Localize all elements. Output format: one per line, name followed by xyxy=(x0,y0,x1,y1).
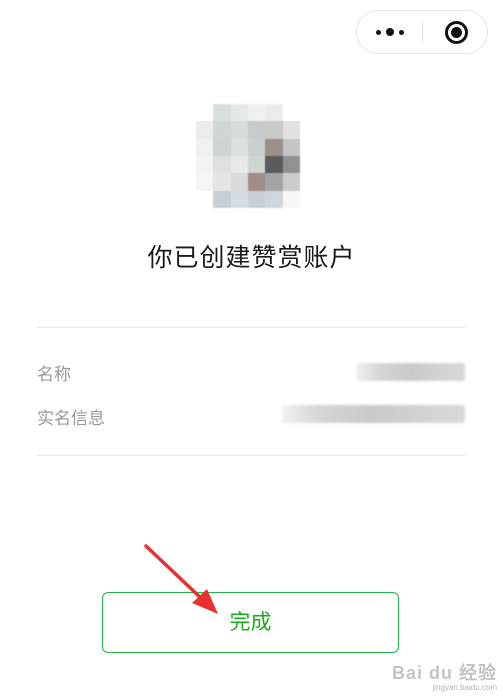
name-label: 名称 xyxy=(37,365,71,385)
avatar-tile xyxy=(248,121,266,139)
avatar-tile xyxy=(282,173,300,191)
avatar-tile xyxy=(282,190,300,208)
dot xyxy=(399,30,404,35)
avatar-tile xyxy=(230,173,248,191)
dot xyxy=(376,30,381,35)
avatar-tile xyxy=(265,190,283,208)
page-title: 你已创建赞赏账户 xyxy=(147,243,356,272)
avatar-tile xyxy=(213,138,231,156)
avatar-tile xyxy=(265,121,283,139)
avatar-tile xyxy=(196,104,214,122)
mini-program-capsule xyxy=(356,10,488,54)
avatar-tile xyxy=(230,138,248,156)
close-core xyxy=(451,27,462,38)
avatar-tile xyxy=(196,121,214,139)
avatar-tile xyxy=(230,104,248,122)
avatar-tile xyxy=(248,104,266,122)
avatar-tile xyxy=(282,138,300,156)
avatar-tile xyxy=(282,104,300,122)
account-created-screen: 你已创建赞赏账户 名称 实名信息 完成 Bai du 经验 jingyan.ba… xyxy=(0,0,503,696)
avatar-tile xyxy=(213,121,231,139)
watermark-main: Bai du 经验 xyxy=(391,663,497,683)
avatar-tile xyxy=(248,190,266,208)
real-name-label: 实名信息 xyxy=(37,409,105,429)
real-name-value-masked xyxy=(282,405,465,423)
more-dots-icon[interactable] xyxy=(357,11,423,53)
avatar-tile xyxy=(248,138,266,156)
avatar-tile xyxy=(213,173,231,191)
dot xyxy=(386,28,394,36)
avatar-tile xyxy=(230,156,248,174)
baidu-jingyan-watermark: Bai du 经验 jingyan.baidu.com xyxy=(392,659,497,692)
avatar-tile xyxy=(196,138,214,156)
avatar-tile xyxy=(248,173,266,191)
avatar-tile xyxy=(213,156,231,174)
divider xyxy=(37,327,465,328)
name-value-masked xyxy=(356,363,465,381)
avatar-tile xyxy=(265,173,283,191)
avatar-tile xyxy=(265,156,283,174)
avatar-tile xyxy=(213,190,231,208)
divider xyxy=(37,455,465,456)
avatar-tile xyxy=(282,156,300,174)
avatar-tile xyxy=(265,138,283,156)
close-target-icon[interactable] xyxy=(423,11,487,53)
avatar-tile xyxy=(196,156,214,174)
avatar-tile xyxy=(213,104,231,122)
avatar-tile xyxy=(265,104,283,122)
avatar-tile xyxy=(248,156,266,174)
avatar-tile xyxy=(196,190,214,208)
avatar-tile xyxy=(196,173,214,191)
avatar xyxy=(196,104,300,208)
avatar-tile xyxy=(230,190,248,208)
done-button[interactable]: 完成 xyxy=(102,592,399,653)
avatar-tile xyxy=(282,121,300,139)
avatar-tile xyxy=(230,121,248,139)
